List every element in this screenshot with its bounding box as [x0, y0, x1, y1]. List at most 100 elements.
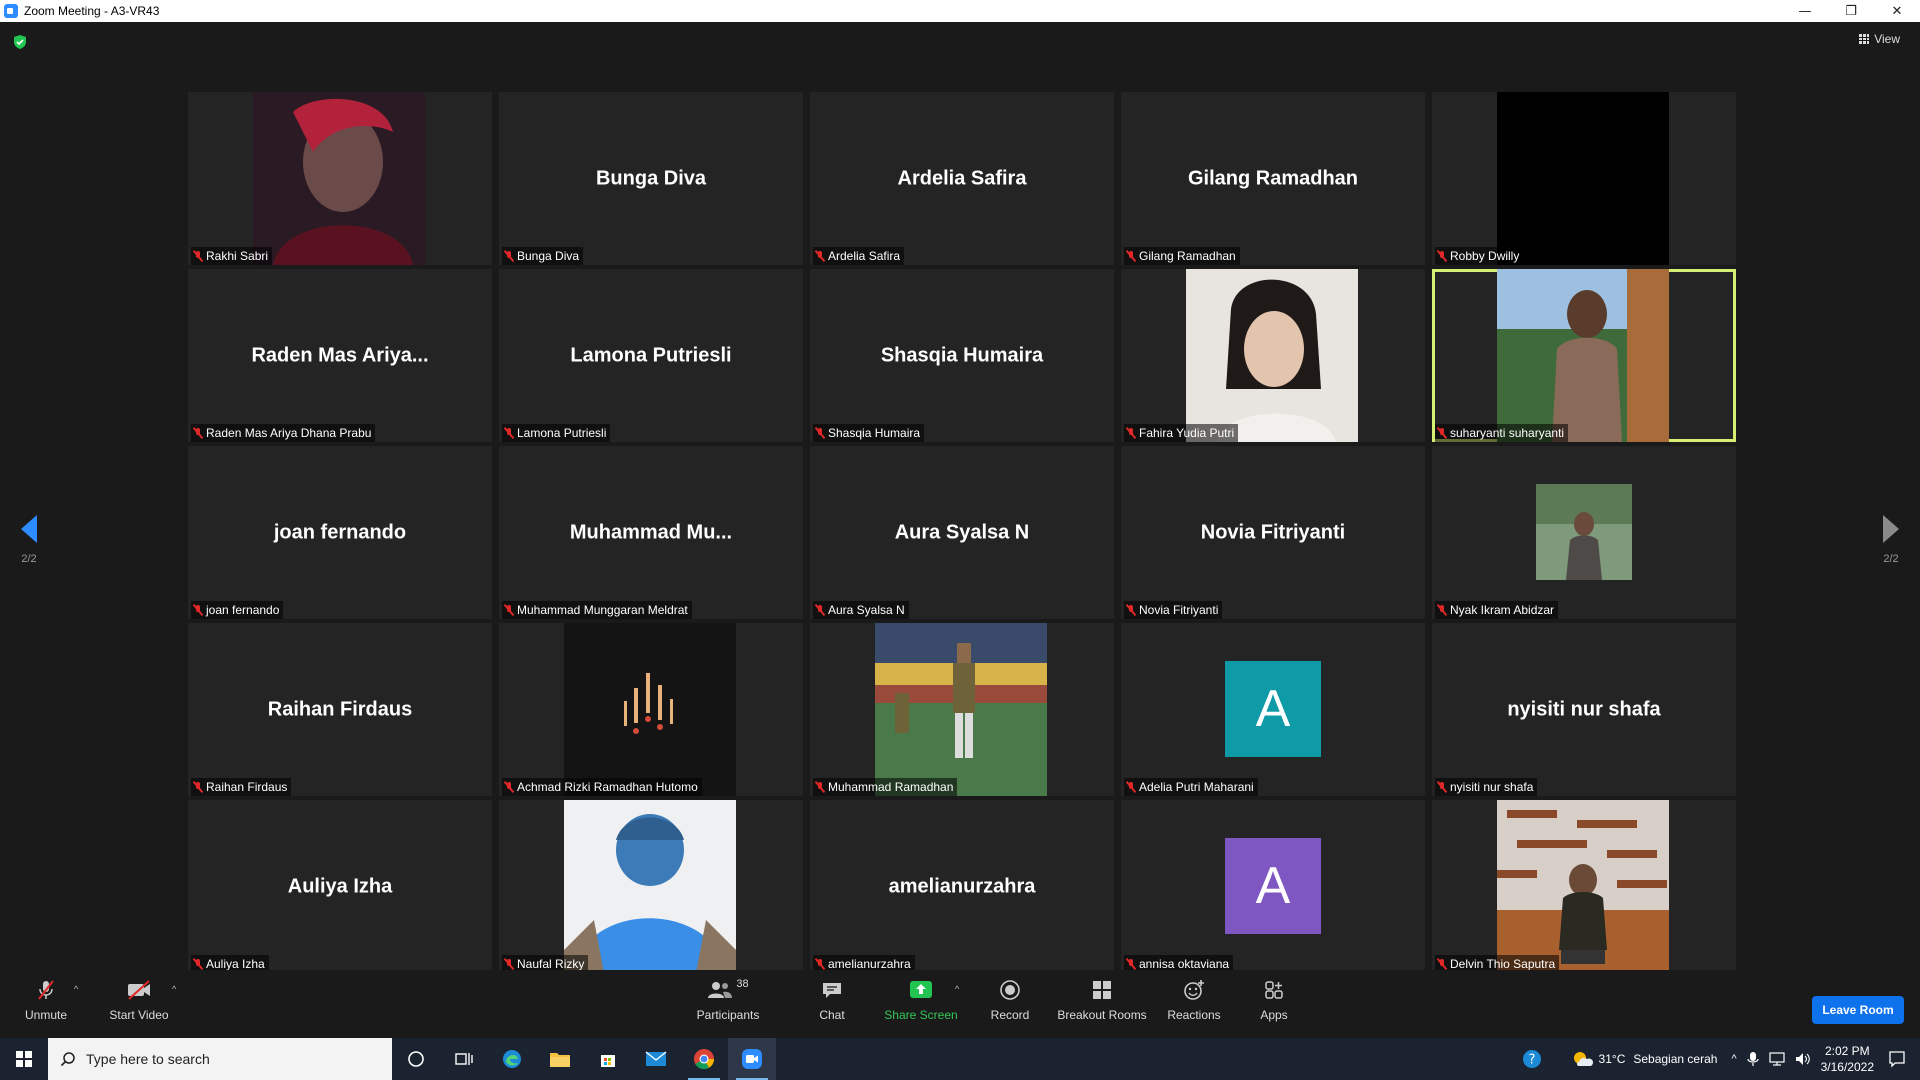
participant-tile[interactable]: Robby Dwilly [1432, 92, 1736, 265]
participant-tile[interactable]: Ardelia Safira Ardelia Safira [810, 92, 1114, 265]
meeting-toolbar: Unmute ^ Start Video ^ 38 Participants C… [0, 970, 1920, 1038]
audio-options-caret[interactable]: ^ [74, 984, 78, 994]
taskbar-search[interactable]: Type here to search [48, 1038, 392, 1080]
muted-mic-icon [1126, 781, 1136, 793]
store-icon [601, 1055, 615, 1067]
share-screen-button[interactable]: Share Screen [882, 976, 960, 1022]
participant-tile[interactable]: Bunga Diva Bunga Diva [499, 92, 803, 265]
participant-name-label: Muhammad Munggaran Meldrat [502, 601, 692, 619]
restore-button[interactable]: ❐ [1828, 0, 1874, 22]
video-options-caret[interactable]: ^ [172, 984, 176, 994]
participant-tile[interactable]: Auliya Izha Auliya Izha [188, 800, 492, 973]
microphone-icon[interactable] [1747, 1051, 1759, 1067]
view-button[interactable]: View [1859, 32, 1900, 46]
participants-icon [708, 982, 733, 998]
share-screen-label: Share Screen [884, 1008, 958, 1022]
participant-name: amelianurzahra [828, 957, 911, 971]
participant-name-label: Aura Syalsa N [813, 601, 909, 619]
participant-tile[interactable]: Novia Fitriyanti Novia Fitriyanti [1121, 446, 1425, 619]
meeting-area: View 2/2 2/2 Rakhi Sabri Bunga Diva Bunga … [0, 22, 1920, 973]
apps-label: Apps [1260, 1008, 1288, 1022]
muted-mic-icon [193, 958, 203, 970]
participant-tile[interactable]: Muhammad Mu... Muhammad Munggaran Meldrat [499, 446, 803, 619]
taskbar-mail[interactable] [632, 1038, 680, 1080]
chat-button[interactable]: Chat [808, 976, 856, 1022]
participant-tile[interactable]: Gilang Ramadhan Gilang Ramadhan [1121, 92, 1425, 265]
chat-label: Chat [819, 1008, 845, 1022]
reactions-button[interactable]: Reactions [1164, 976, 1224, 1022]
participant-tile[interactable]: Rakhi Sabri [188, 92, 492, 265]
taskbar-zoom[interactable] [728, 1038, 776, 1080]
muted-mic-icon [193, 604, 203, 616]
participant-tile[interactable]: Shasqia Humaira Shasqia Humaira [810, 269, 1114, 442]
next-page-button[interactable]: 2/2 [1871, 515, 1911, 565]
taskbar-chrome[interactable] [680, 1038, 728, 1080]
participant-photo [1497, 269, 1669, 442]
participant-display-name: Muhammad Mu... [569, 521, 733, 543]
breakout-rooms-button[interactable]: Breakout Rooms [1056, 976, 1148, 1022]
tray-chevron-icon[interactable]: ^ [1731, 1053, 1736, 1065]
record-button[interactable]: Record [984, 976, 1036, 1022]
participant-display-name: Lamona Putriesli [570, 344, 732, 366]
start-video-button[interactable]: Start Video [104, 976, 174, 1022]
minimize-button[interactable]: — [1782, 0, 1828, 22]
help-icon[interactable]: ? [1521, 1048, 1543, 1070]
participant-name: Adelia Putri Maharani [1139, 780, 1254, 794]
leave-room-button[interactable]: Leave Room [1812, 996, 1904, 1024]
participant-tile[interactable]: joan fernando joan fernando [188, 446, 492, 619]
share-screen-icon [910, 981, 932, 998]
volume-icon[interactable] [1795, 1052, 1811, 1066]
participant-name: Rakhi Sabri [206, 249, 269, 263]
notifications-icon[interactable] [1888, 1050, 1906, 1068]
muted-mic-icon [1437, 604, 1447, 616]
participant-tile[interactable]: suharyanti suharyanti [1432, 269, 1736, 442]
zoom-app-icon [4, 4, 18, 18]
taskbar-clock[interactable]: 2:02 PM 3/16/2022 [1821, 1043, 1874, 1075]
taskbar-file-explorer[interactable] [536, 1038, 584, 1080]
participant-tile[interactable]: Nyak Ikram Abidzar [1432, 446, 1736, 619]
clock-time: 2:02 PM [1824, 1044, 1870, 1058]
participant-name-label: Gilang Ramadhan [1124, 247, 1240, 265]
arrow-right-icon [1883, 515, 1899, 543]
participant-tile[interactable]: nyisiti nur shafa nyisiti nur shafa [1432, 623, 1736, 796]
task-view-button[interactable] [440, 1038, 488, 1080]
start-button[interactable] [0, 1038, 48, 1080]
participant-display-name: Raihan Firdaus [267, 698, 413, 720]
participant-display-name: Gilang Ramadhan [1187, 167, 1359, 189]
apps-button[interactable]: Apps [1254, 976, 1294, 1022]
weather-sun-icon [1573, 1052, 1593, 1066]
participant-tile[interactable]: Achmad Rizki Ramadhan Hutomo [499, 623, 803, 796]
participant-tile[interactable]: Raihan Firdaus Raihan Firdaus [188, 623, 492, 796]
participant-name-label: Bunga Diva [502, 247, 584, 265]
participant-tile[interactable]: Lamona Putriesli Lamona Putriesli [499, 269, 803, 442]
participants-button[interactable]: 38 Participants [690, 976, 766, 1022]
gallery-grid: Rakhi Sabri Bunga Diva Bunga Diva Ardelia S… [188, 92, 1736, 973]
participant-name: nyisiti nur shafa [1450, 780, 1534, 794]
participant-name: suharyanti suharyanti [1450, 426, 1565, 440]
participant-tile[interactable]: Naufal Rizky [499, 800, 803, 973]
participant-tile[interactable]: Raden Mas Ariya... Raden Mas Ariya Dhana … [188, 269, 492, 442]
cortana-icon [408, 1051, 424, 1067]
participant-name: Robby Dwilly [1450, 249, 1520, 263]
participant-photo [875, 623, 1047, 796]
unmute-button[interactable]: Unmute [18, 976, 74, 1022]
participant-tile[interactable]: amelianurzahra amelianurzahra [810, 800, 1114, 973]
participant-tile[interactable]: Delvin Thio Saputra [1432, 800, 1736, 973]
cortana-button[interactable] [392, 1038, 440, 1080]
taskbar-edge[interactable] [488, 1038, 536, 1080]
participant-tile[interactable]: A Adelia Putri Maharani [1121, 623, 1425, 796]
previous-page-button[interactable]: 2/2 [9, 515, 49, 565]
close-button[interactable]: ✕ [1874, 0, 1920, 22]
participant-tile[interactable]: Aannisa oktaviana [1121, 800, 1425, 973]
network-icon[interactable] [1769, 1052, 1785, 1066]
taskbar-store[interactable] [584, 1038, 632, 1080]
participant-photo [1497, 800, 1669, 973]
share-options-caret[interactable]: ^ [955, 984, 959, 994]
security-shield-icon[interactable] [12, 34, 28, 50]
participant-tile[interactable]: Fahira Yudia Putri [1121, 269, 1425, 442]
participant-tile[interactable]: Aura Syalsa N Aura Syalsa N [810, 446, 1114, 619]
participant-name: annisa oktaviana [1139, 957, 1230, 971]
participant-tile[interactable]: Muhammad Ramadhan [810, 623, 1114, 796]
participant-photo [564, 800, 736, 973]
participant-photo [1536, 484, 1632, 580]
